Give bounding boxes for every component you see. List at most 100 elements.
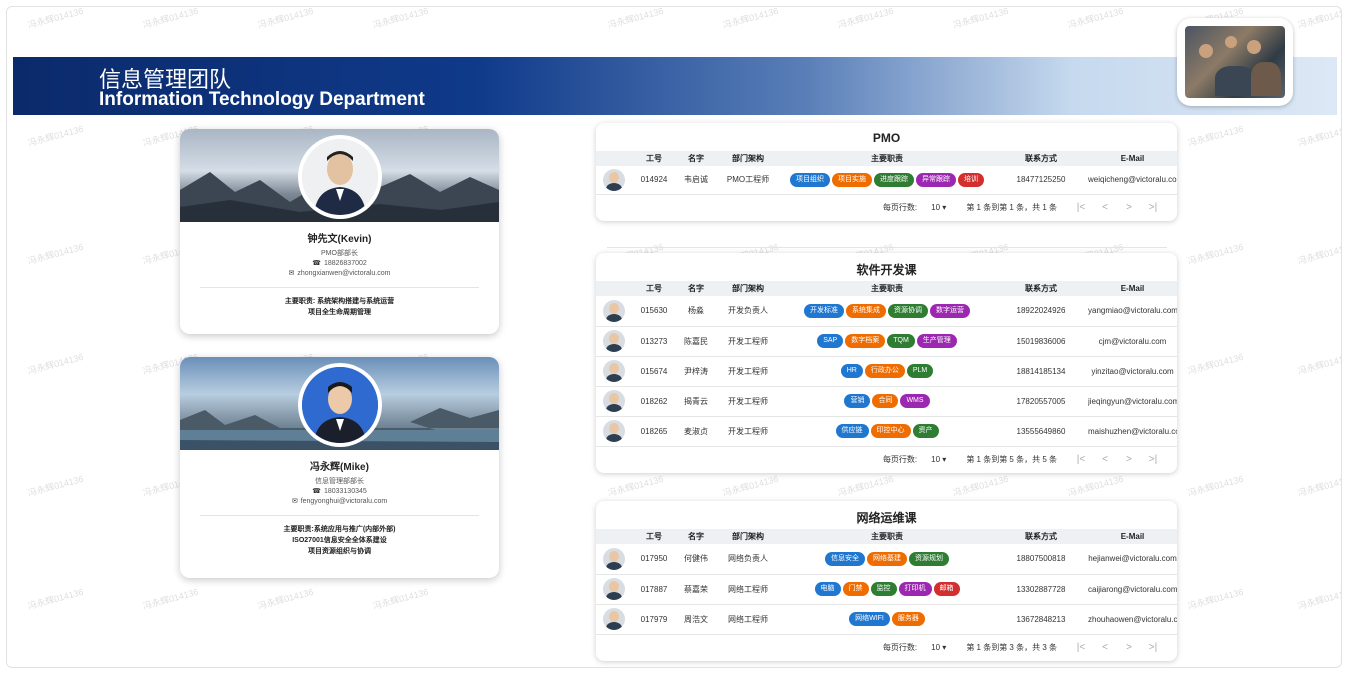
duty-chip[interactable]: 生产管理 bbox=[916, 334, 957, 348]
table-row[interactable]: 018262 揭青云 开发工程师 营销 合同 WMS 17820557005 jieqingy… bbox=[596, 386, 1177, 417]
duty-chip[interactable]: 打印机 bbox=[898, 582, 932, 596]
watermark-text: 冯永辉014136 bbox=[1186, 473, 1245, 499]
duty-chip[interactable]: 营销 bbox=[844, 394, 871, 408]
column-header-id: 工号 bbox=[632, 151, 676, 166]
duty-chip[interactable]: 培训 bbox=[958, 172, 984, 187]
cell-phone: 13672848213 bbox=[994, 604, 1088, 635]
last-page-icon[interactable]: >| bbox=[1141, 202, 1165, 213]
table-row[interactable]: 015630 杨淼 开发负责人 开发标准 系统集成 资源协调 数字运营 18922024926… bbox=[596, 296, 1177, 327]
profile-email-line: ✉ zhongxianwen@victoralu.com bbox=[180, 269, 499, 279]
column-header-email: E-Mail bbox=[1088, 151, 1177, 166]
duty-chip[interactable]: PLM bbox=[906, 364, 934, 378]
table-row[interactable]: 017950 何健伟 网络负责人 信息安全 网络基建 资源规划 18807500818 hej… bbox=[596, 544, 1177, 575]
team-photo-image bbox=[1185, 26, 1285, 98]
duty-chip[interactable]: 项目实施 bbox=[832, 172, 872, 187]
duty-chip[interactable]: 门禁 bbox=[842, 582, 869, 596]
watermark-text: 冯永辉014136 bbox=[1186, 123, 1245, 149]
profile-phone: 18033130345 bbox=[323, 488, 367, 495]
cell-name: 何健伟 bbox=[676, 544, 716, 575]
rows-per-page-select[interactable]: 10 ▾ bbox=[931, 643, 946, 652]
team-title: 网络运维课 bbox=[856, 511, 917, 525]
cell-email[interactable]: jieqingyun@victoralu.com bbox=[1088, 386, 1177, 417]
cell-dept: 开发负责人 bbox=[716, 296, 780, 327]
cell-email[interactable]: caijiarong@victoralu.com bbox=[1088, 574, 1177, 605]
duty-chip[interactable]: 资源规划 bbox=[909, 551, 949, 566]
watermark-text: 冯永辉014136 bbox=[1296, 241, 1342, 267]
table-row[interactable]: 017979 周浩文 网络工程师 网络WIFI 服务器 13672848213 zhouha… bbox=[596, 604, 1177, 635]
column-header-avatar bbox=[596, 151, 632, 166]
rows-per-page-select[interactable]: 10 ▾ bbox=[931, 455, 946, 464]
cell-avatar bbox=[596, 296, 632, 327]
cell-email[interactable]: maishuzhen@victoralu.com bbox=[1088, 416, 1177, 447]
pager-range: 第 1 条到第 3 条，共 3 条 bbox=[966, 643, 1057, 652]
duty-chip[interactable]: 开发标准 bbox=[804, 303, 844, 318]
table-row[interactable]: 017887 蔡嘉荣 网络工程师 电脑 门禁 监控 打印机 邮箱 13302887728 caij… bbox=[596, 574, 1177, 605]
duty-chip[interactable]: 项目组织 bbox=[790, 172, 830, 187]
duty-chip[interactable]: SAP bbox=[817, 334, 844, 348]
duty-chip[interactable]: 数字档案 bbox=[845, 334, 886, 348]
duty-chip[interactable]: 资产 bbox=[912, 424, 939, 438]
table-row[interactable]: 018265 麦淑贞 开发工程师 供应链 印控中心 资产 13555649860 maishu… bbox=[596, 416, 1177, 447]
duty-chip[interactable]: 数字运营 bbox=[930, 303, 970, 318]
cell-phone: 13302887728 bbox=[994, 574, 1088, 605]
divider bbox=[200, 515, 479, 516]
watermark-text: 冯永辉014136 bbox=[26, 241, 85, 267]
first-page-icon[interactable]: |< bbox=[1069, 454, 1093, 465]
cell-email[interactable]: yinzitao@victoralu.com bbox=[1088, 356, 1177, 387]
table-row[interactable]: 014924 韦启诚 PMO工程师 项目组织 项目实施 进度跟踪 异常跟踪 培训 1847712… bbox=[596, 166, 1177, 195]
table-row[interactable]: 015674 尹梓涛 开发工程师 HR 行政办公 PLM 18814185134 yinzit… bbox=[596, 356, 1177, 387]
profile-name: 钟先文(Kevin) bbox=[307, 234, 372, 245]
duty-chip[interactable]: 监控 bbox=[870, 582, 897, 596]
last-page-icon[interactable]: >| bbox=[1141, 642, 1165, 653]
profile-email-line: ✉ fengyonghui@victoralu.com bbox=[180, 497, 499, 507]
cell-id: 018265 bbox=[632, 416, 676, 447]
duty-chip[interactable]: 合同 bbox=[872, 394, 899, 408]
cell-name: 麦淑贞 bbox=[676, 416, 716, 447]
cell-email[interactable]: hejianwei@victoralu.com bbox=[1088, 544, 1177, 575]
duty-chip[interactable]: WMS bbox=[900, 394, 930, 408]
next-page-icon[interactable]: > bbox=[1117, 642, 1141, 653]
duty-chip[interactable]: 信息安全 bbox=[825, 551, 865, 566]
column-header-id: 工号 bbox=[632, 281, 676, 296]
duty-chip[interactable]: 系统集成 bbox=[846, 303, 886, 318]
page-frame: 冯永辉014136 冯永辉014136 冯永辉014136 冯永辉014136 冯永辉0… bbox=[6, 6, 1342, 668]
duty-chip[interactable]: 印控中心 bbox=[870, 424, 911, 438]
cell-email[interactable]: cjm@victoralu.com bbox=[1088, 326, 1177, 357]
prev-page-icon[interactable]: < bbox=[1093, 202, 1117, 213]
cell-id: 018262 bbox=[632, 386, 676, 417]
cell-dept: 网络负责人 bbox=[716, 544, 780, 575]
duty-chip[interactable]: 异常跟踪 bbox=[916, 172, 956, 187]
cell-email[interactable]: weiqicheng@victoralu.com bbox=[1088, 166, 1177, 195]
table-row[interactable]: 013273 陈嘉民 开发工程师 SAP 数字档案 TQM 生产管理 15019836006 c… bbox=[596, 326, 1177, 357]
duty-chip[interactable]: 供应链 bbox=[835, 424, 869, 438]
rows-per-page-select[interactable]: 10 ▾ bbox=[931, 203, 946, 212]
prev-page-icon[interactable]: < bbox=[1093, 642, 1117, 653]
duty-chip[interactable]: 邮箱 bbox=[933, 582, 960, 596]
team-table: 工号 名字 部门架构 主要职责 联系方式 E-Mail 015630 杨淼 开发负责人 开发标准系… bbox=[596, 281, 1177, 447]
next-page-icon[interactable]: > bbox=[1117, 454, 1141, 465]
next-page-icon[interactable]: > bbox=[1117, 202, 1141, 213]
cell-dept: 网络工程师 bbox=[716, 604, 780, 635]
duty-chip[interactable]: 进度跟踪 bbox=[874, 172, 914, 187]
cell-email[interactable]: zhouhaowen@victoralu.com bbox=[1088, 604, 1177, 635]
cell-duty-tags: 开发标准 系统集成 资源协调 数字运营 bbox=[780, 296, 994, 327]
duty-chip[interactable]: 网络WIFI bbox=[849, 612, 890, 626]
cell-avatar bbox=[596, 166, 632, 195]
column-header-contact: 联系方式 bbox=[994, 281, 1088, 296]
cell-id: 017979 bbox=[632, 604, 676, 635]
duty-chip[interactable]: HR bbox=[840, 364, 863, 378]
last-page-icon[interactable]: >| bbox=[1141, 454, 1165, 465]
profile-email[interactable]: zhongxianwen@victoralu.com bbox=[297, 270, 390, 277]
duty-chip[interactable]: TQM bbox=[887, 334, 915, 348]
cell-email[interactable]: yangmiao@victoralu.com bbox=[1088, 296, 1177, 327]
duty-chip[interactable]: 服务器 bbox=[891, 612, 925, 626]
duty-chip[interactable]: 电脑 bbox=[814, 582, 841, 596]
column-header-name: 名字 bbox=[676, 529, 716, 544]
first-page-icon[interactable]: |< bbox=[1069, 642, 1093, 653]
prev-page-icon[interactable]: < bbox=[1093, 454, 1117, 465]
duty-chip[interactable]: 资源协调 bbox=[888, 303, 928, 318]
duty-chip[interactable]: 网络基建 bbox=[867, 551, 907, 566]
first-page-icon[interactable]: |< bbox=[1069, 202, 1093, 213]
profile-email[interactable]: fengyonghui@victoralu.com bbox=[301, 498, 388, 505]
duty-chip[interactable]: 行政办公 bbox=[864, 364, 905, 378]
